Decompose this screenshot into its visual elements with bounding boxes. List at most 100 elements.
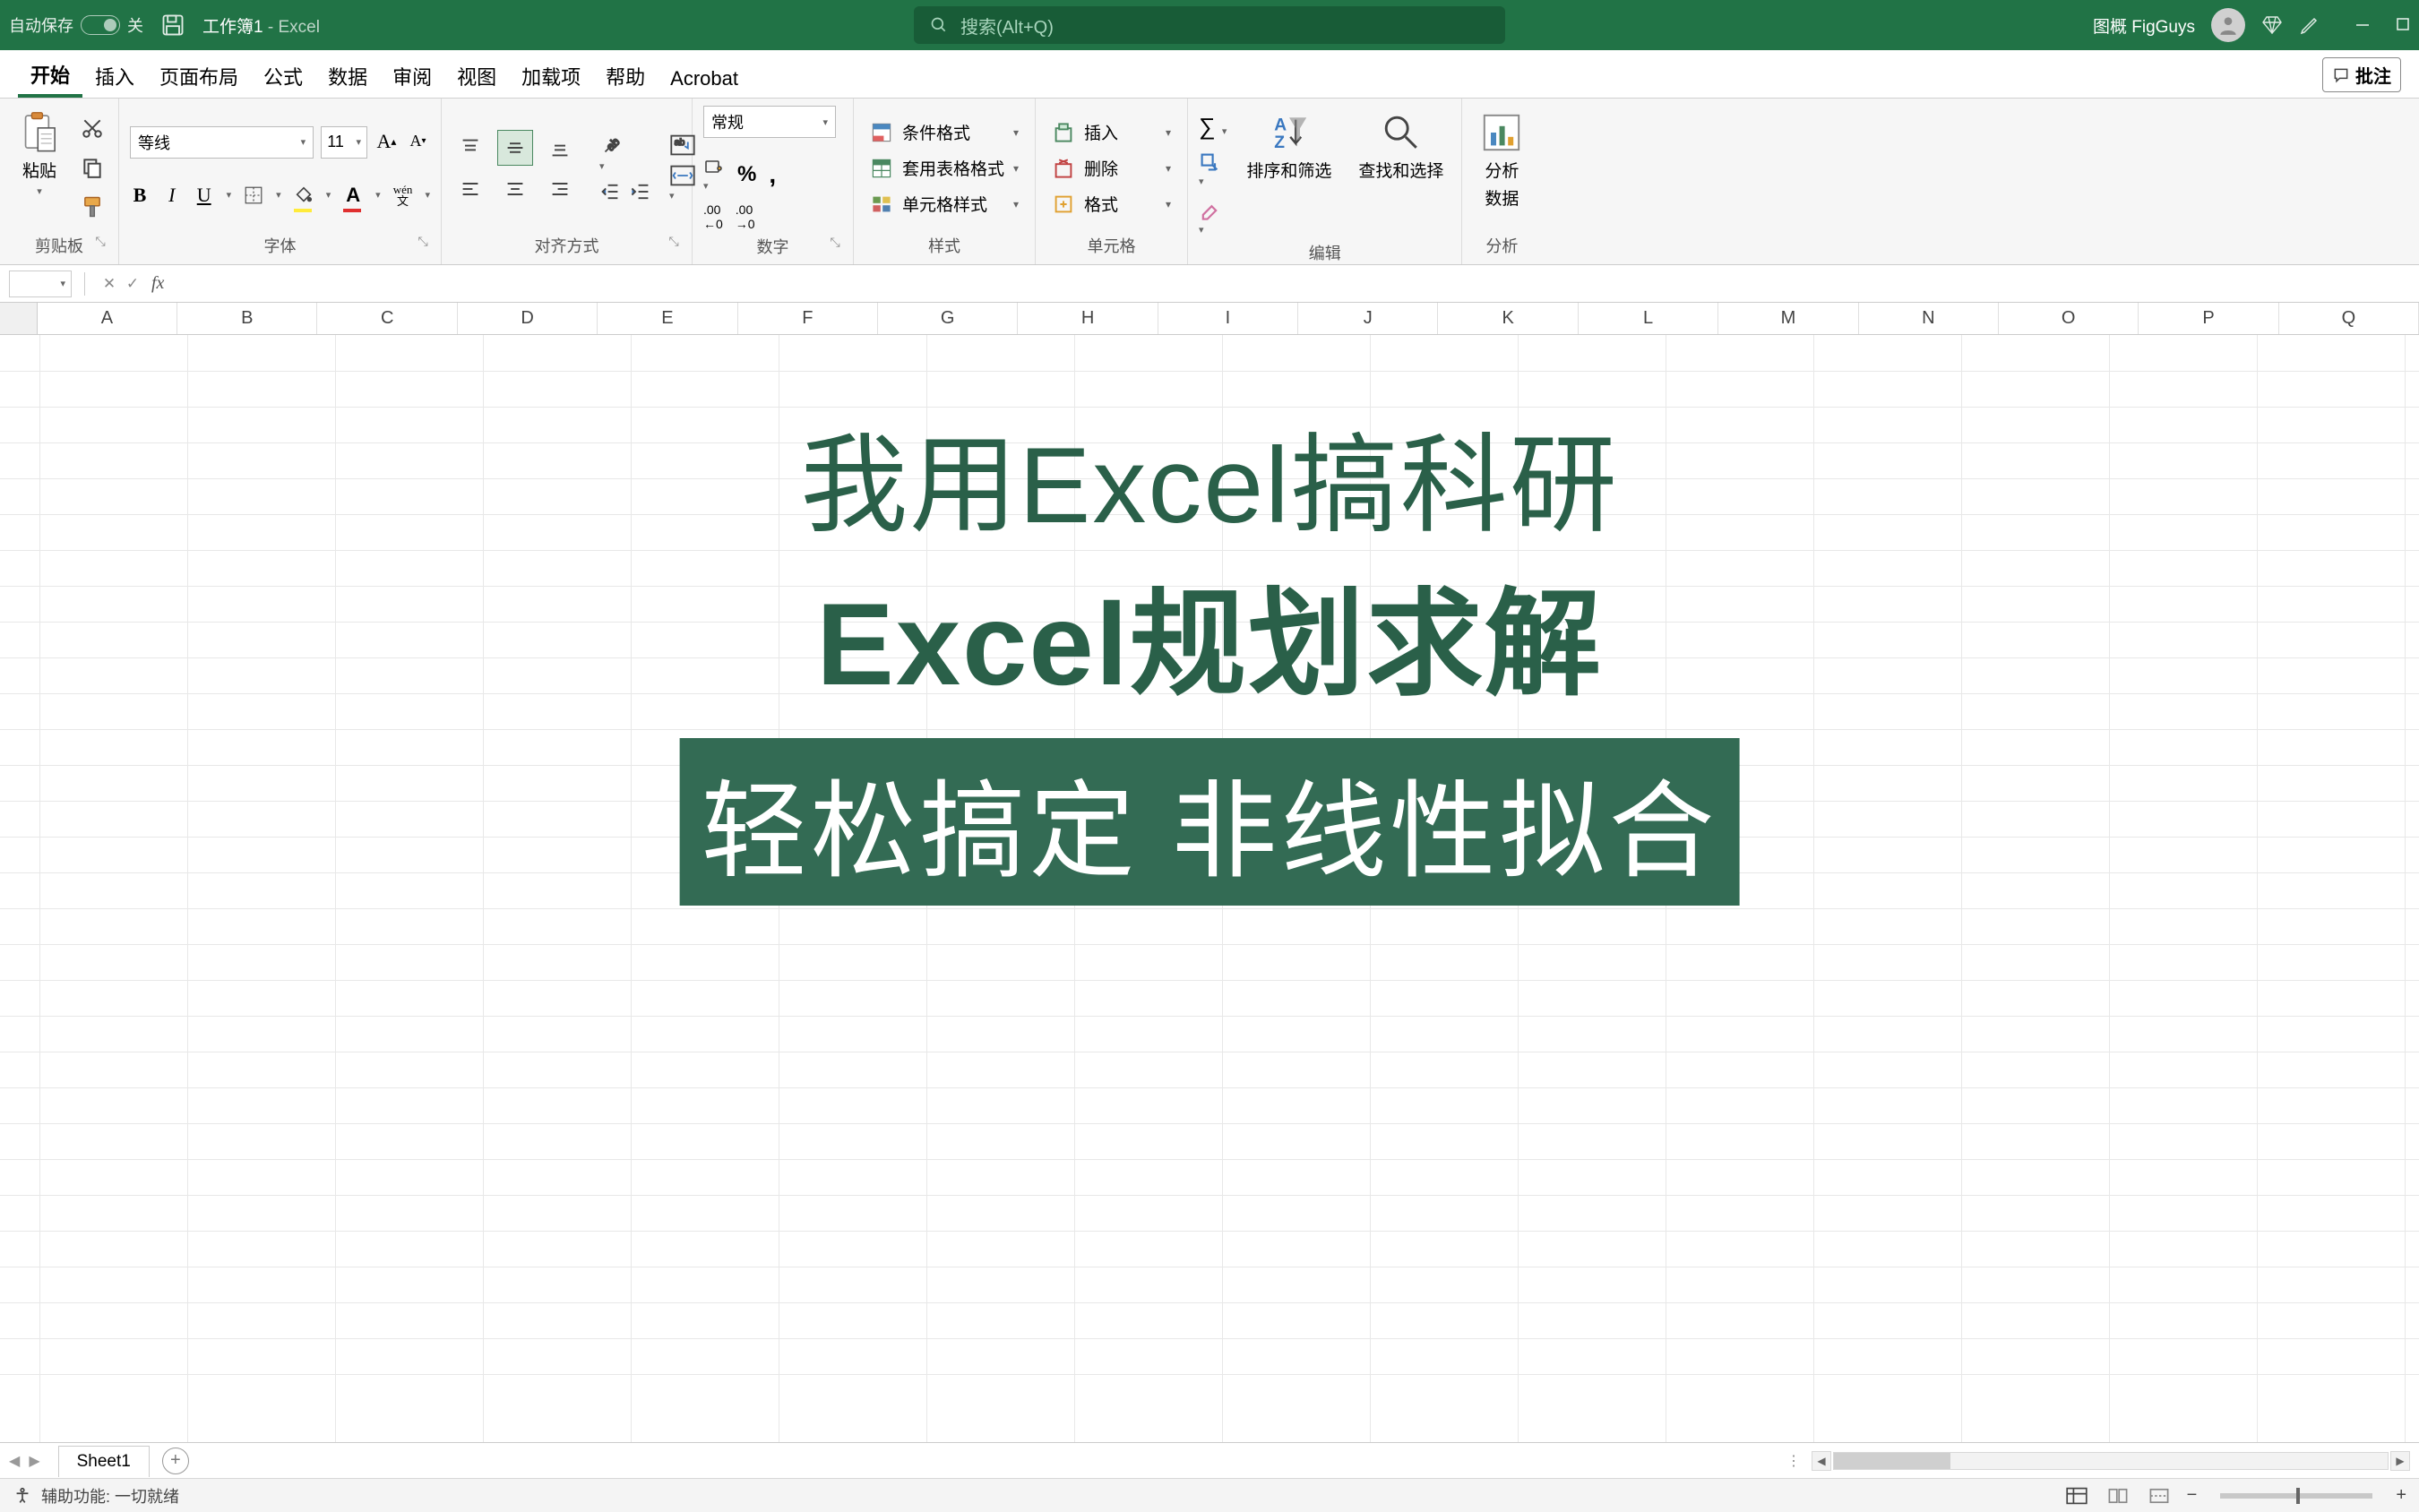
col-header[interactable]: D: [458, 303, 598, 334]
sheet-tab[interactable]: Sheet1: [58, 1446, 150, 1477]
insert-cells-button[interactable]: 插入▾: [1046, 115, 1176, 150]
user-name[interactable]: 图概 FigGuys: [2093, 13, 2195, 38]
accounting-format-icon[interactable]: ▾: [703, 156, 725, 193]
italic-button[interactable]: I: [162, 180, 182, 210]
name-box[interactable]: ▾: [9, 271, 72, 297]
tab-data[interactable]: 数据: [315, 62, 380, 98]
maximize-icon[interactable]: [2396, 17, 2410, 33]
fill-color-icon[interactable]: [294, 180, 314, 210]
select-all-corner[interactable]: [0, 303, 38, 334]
paste-button[interactable]: 粘贴 ▾: [11, 106, 68, 202]
zoom-in-icon[interactable]: +: [2396, 1485, 2406, 1506]
decrease-indent-icon[interactable]: [599, 181, 621, 202]
tab-insert[interactable]: 插入: [82, 62, 147, 98]
tab-acrobat[interactable]: Acrobat: [658, 67, 751, 98]
align-right-icon[interactable]: [542, 171, 578, 207]
decrease-font-icon[interactable]: A▾: [406, 126, 430, 157]
comments-button[interactable]: 批注: [2322, 57, 2401, 92]
col-header[interactable]: F: [738, 303, 878, 334]
col-header[interactable]: M: [1718, 303, 1858, 334]
col-header[interactable]: K: [1438, 303, 1578, 334]
col-header[interactable]: L: [1579, 303, 1718, 334]
diamond-icon[interactable]: [2261, 14, 2283, 36]
tab-help[interactable]: 帮助: [593, 62, 658, 98]
border-icon[interactable]: [244, 180, 263, 210]
col-header[interactable]: B: [177, 303, 317, 334]
align-bottom-icon[interactable]: [542, 130, 578, 166]
tab-home[interactable]: 开始: [18, 60, 82, 98]
table-format-button[interactable]: 套用表格格式▾: [865, 150, 1024, 186]
confirm-formula-icon[interactable]: ✓: [121, 275, 144, 293]
add-sheet-icon[interactable]: +: [162, 1448, 189, 1474]
conditional-format-button[interactable]: 条件格式▾: [865, 115, 1024, 150]
page-layout-view-icon[interactable]: [2105, 1485, 2131, 1507]
user-avatar-icon[interactable]: [2211, 8, 2245, 42]
format-painter-icon[interactable]: [77, 192, 108, 222]
cell-styles-button[interactable]: 单元格样式▾: [865, 186, 1024, 222]
tab-review[interactable]: 审阅: [380, 62, 444, 98]
save-icon[interactable]: [158, 10, 188, 40]
horizontal-scrollbar[interactable]: [1833, 1452, 2389, 1470]
increase-decimal-icon[interactable]: .00←0: [703, 202, 723, 231]
col-header[interactable]: O: [1999, 303, 2139, 334]
delete-cells-button[interactable]: 删除▾: [1046, 150, 1176, 186]
bold-button[interactable]: B: [130, 180, 150, 210]
font-color-icon[interactable]: A: [343, 180, 363, 210]
worksheet-grid[interactable]: // inline generation of gridlines deferr…: [0, 335, 2419, 1442]
percent-icon[interactable]: %: [737, 162, 756, 187]
autosum-icon[interactable]: ∑ ▾: [1199, 113, 1227, 141]
decrease-decimal-icon[interactable]: .00→0: [736, 202, 755, 231]
fx-icon[interactable]: fx: [151, 273, 164, 294]
phonetic-icon[interactable]: wén文: [393, 180, 413, 210]
find-select-button[interactable]: 查找和选择: [1351, 106, 1451, 187]
cancel-formula-icon[interactable]: ✕: [98, 275, 121, 293]
search-box[interactable]: 搜索(Alt+Q): [914, 6, 1505, 44]
zoom-out-icon[interactable]: −: [2187, 1485, 2198, 1506]
col-header[interactable]: J: [1298, 303, 1438, 334]
col-header[interactable]: A: [38, 303, 177, 334]
sort-filter-button[interactable]: AZ 排序和筛选: [1239, 106, 1339, 187]
col-header[interactable]: G: [878, 303, 1018, 334]
underline-button[interactable]: U: [194, 180, 214, 210]
col-header[interactable]: P: [2139, 303, 2278, 334]
format-cells-button[interactable]: 格式▾: [1046, 186, 1176, 222]
copy-icon[interactable]: [77, 152, 108, 183]
number-format-select[interactable]: 常规▾: [703, 106, 836, 138]
fill-icon[interactable]: ▾: [1199, 151, 1227, 189]
scroll-left-icon[interactable]: ◀: [1812, 1451, 1831, 1471]
tab-page-layout[interactable]: 页面布局: [147, 62, 251, 98]
scroll-right-icon[interactable]: ▶: [2390, 1451, 2410, 1471]
clear-icon[interactable]: ▾: [1199, 200, 1227, 237]
align-middle-icon[interactable]: [497, 130, 533, 166]
increase-font-icon[interactable]: A▴: [374, 126, 399, 157]
col-header[interactable]: C: [317, 303, 457, 334]
minimize-icon[interactable]: [2354, 17, 2371, 33]
autosave-toggle[interactable]: 自动保存 关: [9, 13, 143, 37]
font-size-select[interactable]: 11▾: [321, 126, 367, 159]
zoom-slider[interactable]: [2220, 1493, 2372, 1499]
col-header[interactable]: E: [598, 303, 737, 334]
comma-icon[interactable]: ,: [769, 160, 776, 189]
orientation-icon[interactable]: ab ▾: [599, 134, 651, 174]
tab-addins[interactable]: 加载项: [509, 62, 593, 98]
pen-icon[interactable]: [2299, 14, 2320, 36]
page-break-view-icon[interactable]: [2146, 1485, 2173, 1507]
analyze-data-button[interactable]: 分析 数据: [1473, 106, 1530, 215]
cut-icon[interactable]: [77, 113, 108, 143]
col-header[interactable]: N: [1859, 303, 1999, 334]
sheet-next-icon[interactable]: ▶: [29, 1452, 39, 1470]
col-header[interactable]: I: [1158, 303, 1298, 334]
tab-view[interactable]: 视图: [444, 62, 509, 98]
increase-indent-icon[interactable]: [630, 181, 651, 202]
align-top-icon[interactable]: [452, 130, 488, 166]
col-header[interactable]: H: [1018, 303, 1158, 334]
align-center-icon[interactable]: [497, 171, 533, 207]
sheet-prev-icon[interactable]: ◀: [9, 1452, 20, 1470]
col-header[interactable]: Q: [2279, 303, 2419, 334]
group-number: 常规▾ ▾ % , .00←0 .00→0 数字: [693, 99, 854, 264]
align-left-icon[interactable]: [452, 171, 488, 207]
ribbon-tabs: 开始 插入 页面布局 公式 数据 审阅 视图 加载项 帮助 Acrobat 批注: [0, 50, 2419, 99]
font-name-select[interactable]: 等线▾: [130, 126, 314, 159]
normal-view-icon[interactable]: [2063, 1485, 2090, 1507]
tab-formulas[interactable]: 公式: [251, 62, 315, 98]
